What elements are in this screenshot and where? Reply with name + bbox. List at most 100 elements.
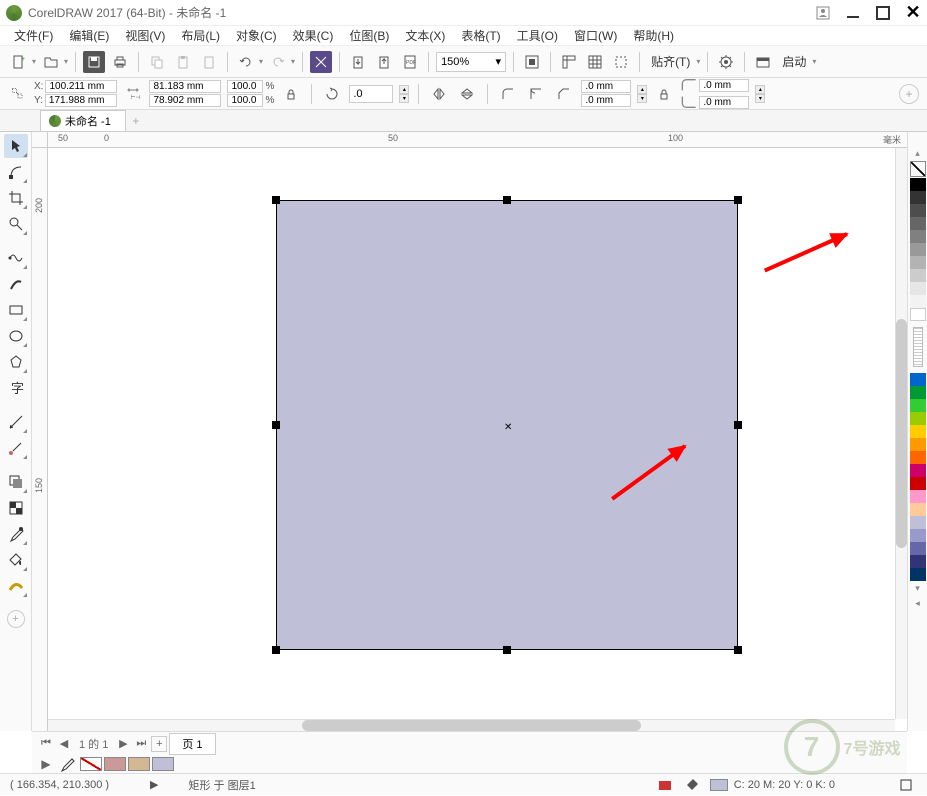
shape-tool[interactable] — [4, 160, 28, 184]
lock-ratio-icon[interactable] — [280, 83, 302, 105]
paste-icon[interactable] — [172, 51, 194, 73]
guidelines-icon[interactable] — [610, 51, 632, 73]
freehand-tool[interactable] — [4, 246, 28, 270]
doc-swatch[interactable] — [104, 757, 126, 771]
swatch[interactable] — [910, 295, 926, 308]
status-expand-icon[interactable]: ▶ — [150, 778, 158, 791]
search-icon[interactable] — [310, 51, 332, 73]
corner-tr-field[interactable]: .0 mm — [699, 79, 749, 92]
artistic-media-tool[interactable] — [4, 272, 28, 296]
menu-window[interactable]: 窗口(W) — [568, 25, 623, 46]
handle-bottom-middle[interactable] — [503, 646, 511, 654]
add-page-icon[interactable]: + — [151, 736, 167, 752]
open-icon[interactable] — [40, 51, 62, 73]
height-field[interactable]: 78.902 mm — [149, 94, 221, 107]
corner-lock-icon[interactable] — [653, 83, 675, 105]
swatch[interactable] — [910, 451, 926, 464]
launch-label[interactable]: 启动 — [778, 53, 810, 70]
ruler-horizontal[interactable]: 50 0 50 100 毫米 — [48, 132, 907, 148]
corner-scallop-icon[interactable] — [525, 83, 547, 105]
corner-left-spinner[interactable]: ▴▾ — [637, 85, 647, 103]
pick-tool[interactable] — [4, 134, 28, 158]
ruler-corner[interactable] — [32, 132, 48, 148]
close-icon[interactable]: ✕ — [905, 5, 921, 21]
scale-y-field[interactable]: 100.0 — [227, 94, 263, 107]
next-page-icon[interactable]: ▶ — [115, 736, 131, 752]
doc-palette-expand-icon[interactable]: ▶ — [38, 756, 54, 772]
corner-tl-field[interactable]: .0 mm — [581, 80, 631, 93]
fill-icon[interactable] — [682, 774, 704, 796]
rectangle-tool[interactable] — [4, 298, 28, 322]
corner-bl-field[interactable]: .0 mm — [581, 94, 631, 107]
width-field[interactable]: 81.183 mm — [149, 80, 221, 93]
grid-icon[interactable] — [584, 51, 606, 73]
doc-tab-active[interactable]: 未命名 -1 — [40, 110, 126, 131]
rulers-icon[interactable] — [558, 51, 580, 73]
swatch[interactable] — [910, 386, 926, 399]
menu-layout[interactable]: 布局(L) — [175, 25, 226, 46]
menu-help[interactable]: 帮助(H) — [627, 25, 680, 46]
handle-top-middle[interactable] — [503, 196, 511, 204]
no-color-swatch[interactable] — [910, 161, 926, 177]
swatch[interactable] — [910, 217, 926, 230]
new-dropdown[interactable]: ▾ — [32, 57, 36, 66]
redo-icon[interactable] — [267, 51, 289, 73]
drop-shadow-tool[interactable] — [4, 470, 28, 494]
swatch[interactable] — [910, 477, 926, 490]
eyedropper-small-icon[interactable] — [56, 753, 78, 775]
menu-file[interactable]: 文件(F) — [8, 25, 59, 46]
cut-icon[interactable] — [198, 51, 220, 73]
menu-effects[interactable]: 效果(C) — [287, 25, 340, 46]
toolbox-add-icon[interactable]: + — [7, 610, 25, 628]
scrollbar-vertical[interactable] — [895, 148, 907, 719]
zoom-tool[interactable] — [4, 212, 28, 236]
corner-round-icon[interactable] — [497, 83, 519, 105]
menu-object[interactable]: 对象(C) — [230, 25, 283, 46]
eyedropper-tool[interactable] — [4, 522, 28, 546]
y-field[interactable]: 171.988 mm — [45, 94, 117, 107]
swatch[interactable] — [910, 399, 926, 412]
undo-dropdown[interactable]: ▾ — [259, 57, 263, 66]
selected-rectangle[interactable]: ✕ — [276, 200, 738, 650]
snap-dropdown[interactable]: ▾ — [696, 57, 700, 66]
redo-dropdown[interactable]: ▾ — [291, 57, 295, 66]
connector-tool[interactable] — [4, 436, 28, 460]
ruler-vertical[interactable]: 200 150 — [32, 148, 48, 731]
swatch[interactable] — [910, 490, 926, 503]
handle-top-left[interactable] — [272, 196, 280, 204]
canvas[interactable]: ✕ — [48, 148, 895, 719]
palette-down-icon[interactable]: ▾ — [915, 581, 920, 596]
rotation-field[interactable]: .0 — [349, 85, 393, 103]
corner-chamfer-icon[interactable] — [553, 83, 575, 105]
dimension-tool[interactable] — [4, 410, 28, 434]
swatch[interactable] — [910, 464, 926, 477]
swatch[interactable] — [910, 438, 926, 451]
swatch[interactable] — [910, 516, 926, 529]
new-tab-icon[interactable]: + — [126, 112, 146, 130]
fill-swatch[interactable] — [710, 779, 728, 791]
outline-tool[interactable] — [4, 574, 28, 598]
swatch[interactable] — [910, 529, 926, 542]
menu-text[interactable]: 文本(X) — [399, 25, 451, 46]
print-icon[interactable] — [109, 51, 131, 73]
handle-middle-left[interactable] — [272, 421, 280, 429]
swatch[interactable] — [910, 555, 926, 568]
handle-bottom-right[interactable] — [734, 646, 742, 654]
swatch[interactable] — [910, 269, 926, 282]
swatch[interactable] — [910, 373, 926, 386]
swatch[interactable] — [910, 191, 926, 204]
handle-bottom-left[interactable] — [272, 646, 280, 654]
copy-icon[interactable] — [146, 51, 168, 73]
crop-tool[interactable] — [4, 186, 28, 210]
polygon-tool[interactable] — [4, 350, 28, 374]
outline-status-icon[interactable] — [895, 774, 917, 796]
swatch[interactable] — [910, 178, 926, 191]
rotation-spinner[interactable]: ▴▾ — [399, 85, 409, 103]
transparency-tool[interactable] — [4, 496, 28, 520]
palette-grip[interactable] — [913, 327, 923, 367]
snap-label[interactable]: 贴齐(T) — [647, 53, 694, 70]
color-profile-icon[interactable] — [654, 774, 676, 796]
handle-top-right[interactable] — [734, 196, 742, 204]
launch-dropdown[interactable]: ▾ — [812, 57, 816, 66]
menu-view[interactable]: 视图(V) — [119, 25, 171, 46]
